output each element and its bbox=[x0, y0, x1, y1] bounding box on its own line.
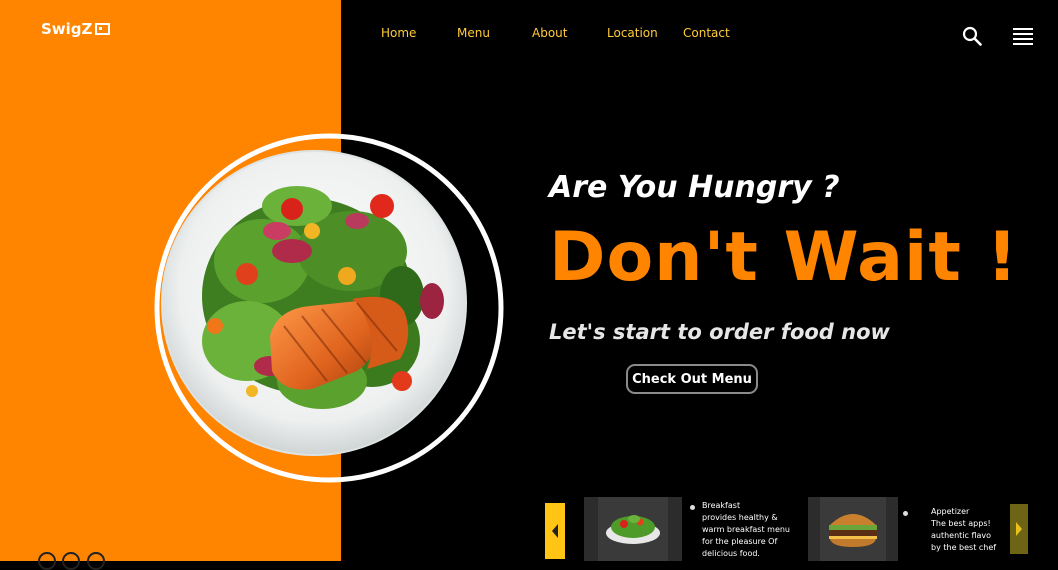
card-title: Breakfast bbox=[702, 501, 741, 510]
hero-subline: Let's start to order food now bbox=[549, 320, 890, 344]
social-icon[interactable] bbox=[87, 552, 105, 570]
social-icon[interactable] bbox=[62, 552, 80, 570]
chevron-right-icon bbox=[1016, 522, 1022, 536]
brand-name: SwigZ bbox=[41, 20, 93, 38]
logo-box-icon bbox=[95, 23, 111, 35]
nav-item-menu[interactable]: Menu bbox=[457, 26, 490, 40]
card-line: by the best chef bbox=[931, 543, 997, 552]
card-line: provides healthy & bbox=[702, 513, 778, 522]
nav-item-home[interactable]: Home bbox=[381, 26, 416, 40]
salad-bowl-icon bbox=[598, 497, 668, 561]
card-line: The best apps! bbox=[931, 519, 991, 528]
hamburger-menu-icon[interactable] bbox=[1013, 28, 1033, 45]
social-icon[interactable] bbox=[38, 552, 56, 570]
food-plate-image bbox=[154, 133, 504, 483]
breakfast-card: Breakfast provides healthy & warm breakf… bbox=[702, 500, 802, 560]
card-title: Appetizer bbox=[931, 507, 970, 516]
card-line: delicious food. bbox=[702, 549, 760, 558]
breakfast-thumbnail[interactable] bbox=[584, 497, 682, 561]
card-line: authentic flavo bbox=[931, 531, 992, 540]
hero-question: Are You Hungry ? bbox=[549, 170, 840, 205]
check-out-menu-button[interactable]: Check Out Menu bbox=[626, 364, 758, 394]
card-bullet bbox=[903, 511, 908, 516]
card-line: warm breakfast menu bbox=[702, 525, 790, 534]
chevron-left-icon bbox=[552, 524, 558, 538]
appetizer-thumbnail[interactable] bbox=[808, 497, 898, 561]
nav-item-location[interactable]: Location bbox=[607, 26, 658, 40]
nav-item-contact[interactable]: Contact bbox=[683, 26, 730, 40]
burger-icon bbox=[820, 497, 886, 561]
carousel-next-button[interactable] bbox=[1010, 504, 1028, 554]
card-line: for the pleasure Of bbox=[702, 537, 778, 546]
search-icon[interactable] bbox=[962, 26, 982, 46]
nav-item-about[interactable]: About bbox=[532, 26, 567, 40]
brand-logo[interactable]: SwigZ bbox=[41, 20, 111, 38]
card-bullet bbox=[690, 505, 695, 510]
carousel-prev-button[interactable] bbox=[545, 503, 565, 559]
hero-headline: Don't Wait ! bbox=[549, 218, 1019, 297]
appetizer-card: Appetizer The best apps! authentic flavo… bbox=[931, 506, 1007, 554]
